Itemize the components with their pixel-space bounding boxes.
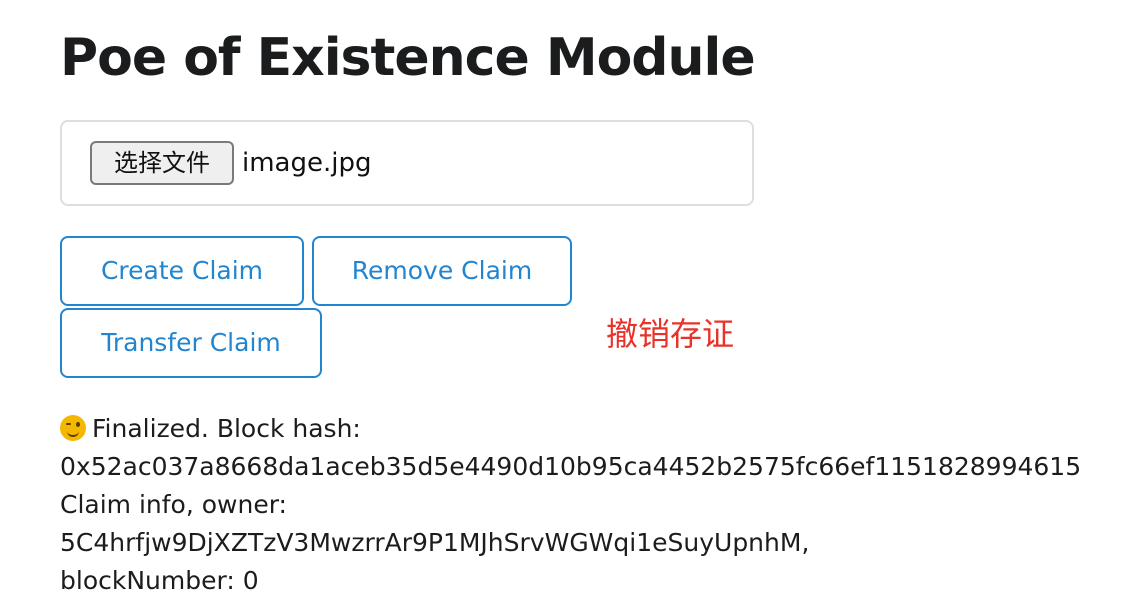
claim-info-label: Claim info, owner: bbox=[60, 490, 287, 519]
file-input-container: 选择文件 image.jpg bbox=[60, 120, 754, 206]
status-finalized-line: Finalized. Block hash: bbox=[60, 410, 1120, 448]
transfer-claim-button[interactable]: Transfer Claim bbox=[60, 308, 322, 378]
remove-claim-annotation: 撤销存证 bbox=[606, 315, 735, 353]
claim-owner-value: 5C4hrfjw9DjXZTzV3MwzrrAr9P1MJhSrvWGWqi1e… bbox=[60, 528, 810, 557]
choose-file-button[interactable]: 选择文件 bbox=[90, 141, 234, 185]
status-finalized-text: Finalized. Block hash: bbox=[92, 414, 361, 443]
status-message: Finalized. Block hash: 0x52ac037a8668da1… bbox=[60, 410, 1120, 600]
winking-face-icon bbox=[60, 415, 86, 441]
block-hash-value: 0x52ac037a8668da1aceb35d5e4490d10b95ca44… bbox=[60, 452, 1082, 481]
page-title: Poe of Existence Module bbox=[60, 28, 756, 88]
block-number-value: blockNumber: 0 bbox=[60, 566, 259, 595]
create-claim-button[interactable]: Create Claim bbox=[60, 236, 304, 306]
selected-file-name: image.jpg bbox=[242, 148, 372, 178]
remove-claim-button[interactable]: Remove Claim bbox=[312, 236, 572, 306]
